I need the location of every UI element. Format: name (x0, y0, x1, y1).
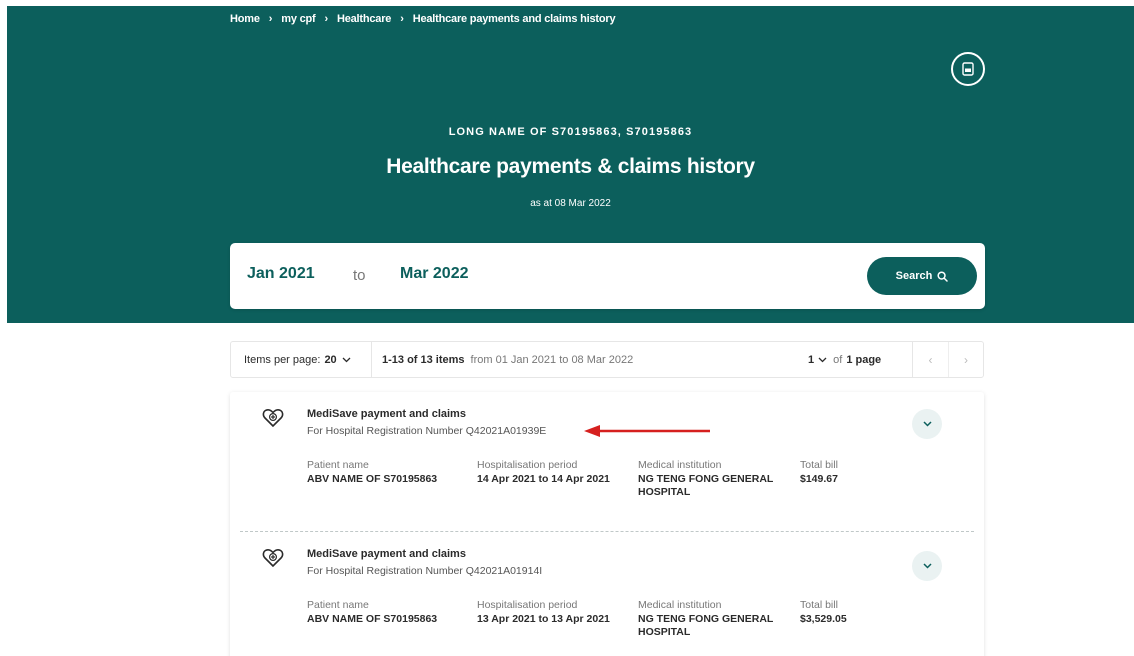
annotation-arrow-icon (584, 425, 710, 437)
of-label: of (833, 353, 843, 366)
medical-institution-line1: NG TENG FONG GENERAL (638, 613, 774, 625)
items-per-page-value: 20 (324, 353, 337, 366)
claim-title: MediSave payment and claims (307, 548, 466, 560)
breadcrumb-home[interactable]: Home (230, 13, 260, 25)
medisave-heart-icon (262, 549, 284, 568)
breadcrumb: Home › my cpf › Healthcare › Healthcare … (230, 13, 616, 25)
as-at-date: as at 08 Mar 2022 (530, 198, 611, 209)
breadcrumb-healthcare[interactable]: Healthcare (337, 13, 391, 25)
total-bill-value: $3,529.05 (800, 613, 847, 625)
search-button[interactable]: Search (867, 257, 977, 295)
medical-institution-field: Medical institution NG TENG FONG GENERAL… (638, 599, 773, 639)
search-button-label: Search (895, 270, 933, 282)
next-page-button[interactable]: › (948, 342, 983, 377)
hospitalisation-period-label: Hospitalisation period (477, 599, 578, 611)
medical-institution-line2: HOSPITAL (638, 626, 691, 638)
date-range-search: Jan 2021 to Mar 2022 Search (230, 243, 985, 309)
hospitalisation-period-value: 13 Apr 2021 to 13 Apr 2021 (477, 613, 610, 625)
claim-registration-number: For Hospital Registration Number Q42021A… (307, 425, 547, 437)
patient-name-label: Patient name (307, 599, 369, 611)
chevron-down-icon (922, 563, 932, 569)
medical-institution-field: Medical institution NG TENG FONG GENERAL… (638, 459, 773, 499)
breadcrumb-separator: › (324, 13, 329, 25)
medical-institution-label: Medical institution (638, 459, 722, 471)
hospitalisation-period-field: Hospitalisation period 14 Apr 2021 to 14… (477, 459, 610, 486)
total-bill-label: Total bill (800, 599, 838, 611)
hospitalisation-period-field: Hospitalisation period 13 Apr 2021 to 13… (477, 599, 610, 626)
expand-claim-button[interactable] (912, 409, 942, 439)
pagination-buttons: ‹ › (912, 342, 983, 377)
claim-item: MediSave payment and claims For Hospital… (230, 532, 984, 656)
breadcrumb-current: Healthcare payments and claims history (412, 13, 616, 25)
page-selector: 1 of 1 page (808, 342, 910, 377)
hospitalisation-period-label: Hospitalisation period (477, 459, 578, 471)
breadcrumb-separator: › (268, 13, 273, 25)
results-toolbar: Items per page: 20 1-13 of 13 items from… (230, 341, 984, 378)
items-per-page-label: Items per page: (244, 353, 321, 366)
member-name: LONG NAME OF S70195863, S70195863 (448, 126, 693, 138)
medical-institution-line1: NG TENG FONG GENERAL (638, 473, 774, 485)
total-bill-label: Total bill (800, 459, 838, 471)
to-label: to (353, 267, 366, 284)
start-month-picker[interactable]: Jan 2021 (247, 265, 315, 283)
chevron-down-icon (342, 357, 351, 362)
page-title: Healthcare payments & claims history (386, 155, 755, 178)
date-range-text: from 01 Jan 2021 to 08 Mar 2022 (470, 353, 634, 366)
results-count: 1-13 of 13 items from 01 Jan 2021 to 08 … (382, 354, 633, 366)
prev-page-button[interactable]: ‹ (913, 342, 948, 377)
total-bill-field: Total bill $3,529.05 (800, 599, 847, 626)
total-bill-field: Total bill $149.67 (800, 459, 838, 486)
hospitalisation-period-value: 14 Apr 2021 to 14 Apr 2021 (477, 473, 610, 485)
patient-name-value: ABV NAME OF S70195863 (307, 473, 438, 485)
breadcrumb-my-cpf[interactable]: my cpf (281, 13, 315, 25)
pdf-download-button[interactable] (951, 52, 985, 86)
breadcrumb-separator: › (400, 13, 404, 25)
end-month-picker[interactable]: Mar 2022 (400, 265, 469, 283)
patient-name-field: Patient name ABV NAME OF S70195863 (307, 459, 437, 486)
patient-name-field: Patient name ABV NAME OF S70195863 (307, 599, 437, 626)
pdf-icon (962, 62, 974, 76)
claim-registration-number: For Hospital Registration Number Q42021A… (307, 565, 543, 577)
medisave-heart-icon (262, 409, 284, 428)
search-icon (937, 270, 949, 282)
claim-item: MediSave payment and claims For Hospital… (230, 392, 984, 531)
item-count: 1-13 of 13 items (382, 353, 465, 366)
expand-claim-button[interactable] (912, 551, 942, 581)
current-page-select[interactable]: 1 (808, 354, 814, 366)
total-pages: 1 page (846, 353, 882, 366)
patient-name-label: Patient name (307, 459, 369, 471)
medical-institution-line2: HOSPITAL (638, 486, 691, 498)
claim-title: MediSave payment and claims (307, 408, 466, 420)
medical-institution-label: Medical institution (638, 599, 722, 611)
chevron-down-icon (818, 357, 827, 362)
patient-name-value: ABV NAME OF S70195863 (307, 613, 438, 625)
total-bill-value: $149.67 (800, 473, 838, 485)
items-per-page-select[interactable]: Items per page: 20 (231, 342, 372, 377)
chevron-down-icon (922, 421, 932, 427)
